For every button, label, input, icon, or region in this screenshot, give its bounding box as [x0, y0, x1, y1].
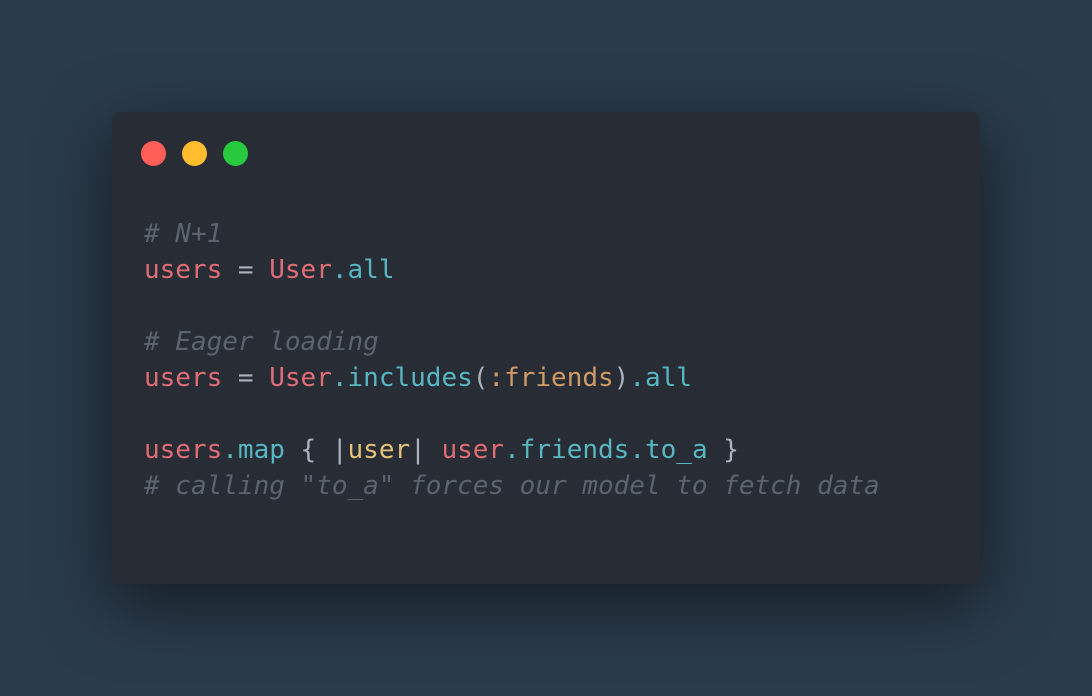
- code-token-method: .friends: [504, 435, 630, 465]
- code-token-var: users: [144, 255, 223, 285]
- code-token-method: .includes: [331, 363, 473, 393]
- code-line: # N+1: [144, 216, 880, 252]
- code-token-punct: }: [707, 435, 739, 465]
- code-line: users.map { |user| user.friends.to_a }: [144, 432, 880, 468]
- code-token-const: User: [269, 363, 332, 393]
- code-token-punct: =: [222, 255, 270, 285]
- code-token-sym: :friends: [488, 363, 614, 393]
- code-token-method: .all: [629, 363, 692, 393]
- code-token-const: User: [269, 255, 332, 285]
- close-button[interactable]: [141, 141, 166, 166]
- code-token-punct: |: [410, 435, 442, 465]
- code-token-param: user: [347, 435, 411, 465]
- code-token-comment: # Eager loading: [144, 327, 379, 357]
- code-token-punct: (: [472, 363, 489, 393]
- code-block: # N+1 users = User.all # Eager loading use…: [144, 216, 880, 504]
- code-line: users = User.all: [144, 252, 880, 288]
- code-token-punct: =: [222, 363, 270, 393]
- code-window: # N+1 users = User.all # Eager loading use…: [112, 112, 980, 584]
- code-token-var: users: [144, 363, 223, 393]
- code-line: # calling "to_a" forces our model to fet…: [144, 468, 880, 504]
- maximize-button[interactable]: [223, 141, 248, 166]
- code-token-method: .map: [222, 435, 285, 465]
- code-token-comment: # calling "to_a" forces our model to fet…: [144, 471, 880, 501]
- code-line: users = User.includes(:friends).all: [144, 360, 880, 396]
- minimize-button[interactable]: [182, 141, 207, 166]
- window-controls: [141, 141, 248, 166]
- code-line: # Eager loading: [144, 324, 880, 360]
- code-token-method: .all: [331, 255, 395, 285]
- code-token-method: .to_a: [629, 435, 708, 465]
- code-token-var: user: [441, 435, 505, 465]
- code-token-punct: ): [613, 363, 630, 393]
- code-token-var: users: [144, 435, 223, 465]
- code-token-comment: # N+1: [144, 219, 223, 249]
- code-token-punct: { |: [284, 435, 348, 465]
